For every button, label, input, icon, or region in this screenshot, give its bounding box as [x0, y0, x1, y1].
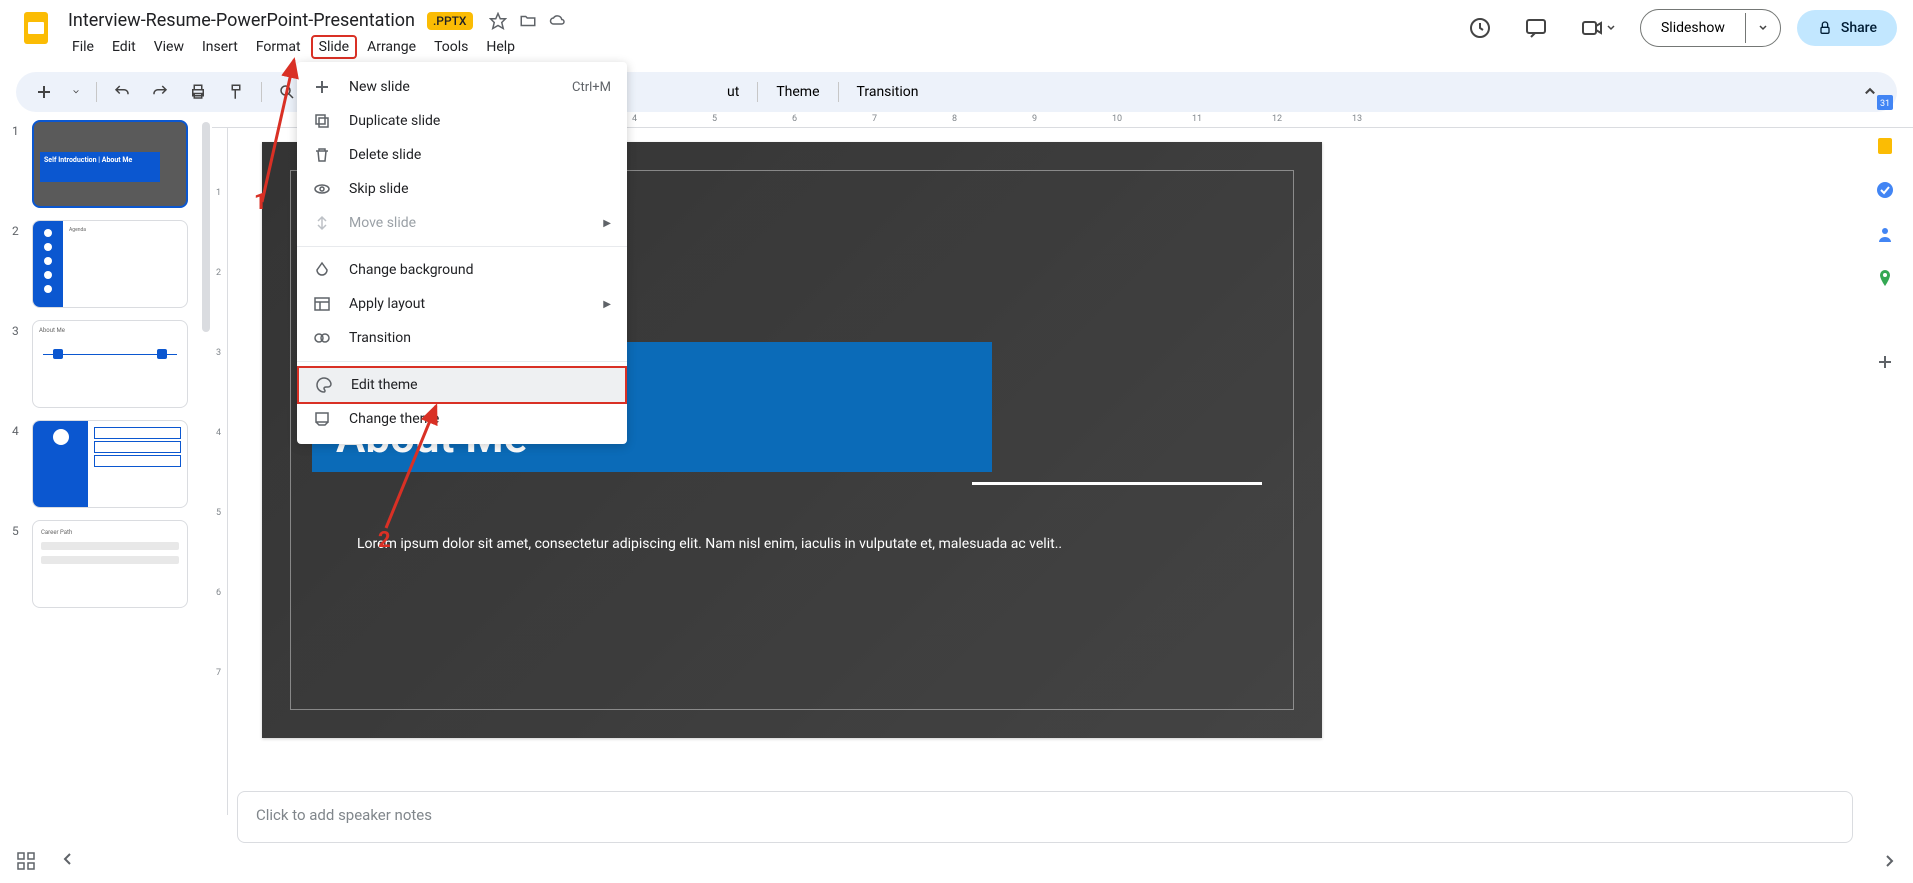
new-slide-button[interactable]	[28, 78, 60, 106]
plus-icon	[313, 78, 333, 96]
grid-view-icon[interactable]	[12, 847, 40, 875]
thumb-num: 3	[12, 320, 32, 338]
theme-button[interactable]: Theme	[766, 78, 829, 106]
slideshow-dropdown[interactable]	[1745, 13, 1780, 43]
chevron-right-icon: ▶	[603, 299, 611, 310]
maps-icon[interactable]	[1875, 268, 1895, 288]
pptx-badge: .PPTX	[427, 12, 473, 30]
star-icon[interactable]	[489, 12, 507, 30]
eye-icon	[313, 180, 333, 198]
menu-help[interactable]: Help	[478, 35, 523, 59]
palette-icon	[315, 376, 335, 394]
lock-icon	[1817, 20, 1833, 36]
menu-delete-slide[interactable]: Delete slide	[297, 138, 627, 172]
slide-body-text[interactable]: Lorem ipsum dolor sit amet, consectetur …	[357, 534, 1182, 555]
menu-edit-theme[interactable]: Edit theme	[297, 366, 627, 404]
thumbnail-3-title: About Me	[39, 327, 181, 334]
meet-icon[interactable]	[1572, 8, 1624, 48]
menu-move-slide: Move slide▶	[297, 206, 627, 240]
cloud-icon[interactable]	[549, 12, 567, 30]
undo-button[interactable]	[105, 77, 139, 107]
thumb-num: 5	[12, 520, 32, 538]
menu-edit[interactable]: Edit	[104, 35, 144, 59]
menu-slide[interactable]: Slide	[311, 35, 357, 59]
tasks-icon[interactable]	[1875, 180, 1895, 200]
thumbnail-4[interactable]	[32, 420, 188, 508]
menu-file[interactable]: File	[64, 35, 102, 59]
slide-menu-dropdown: New slideCtrl+M Duplicate slide Delete s…	[297, 62, 627, 444]
thumbnail-panel: 1 Self Introduction | About Me 2 Agenda …	[0, 112, 212, 815]
chevron-right-icon: ▶	[603, 218, 611, 229]
thumbnail-1-title: Self Introduction | About Me	[40, 152, 160, 182]
redo-button[interactable]	[143, 77, 177, 107]
paint-format-button[interactable]	[219, 77, 253, 107]
thumbnail-5-title: Career Path	[41, 529, 179, 536]
slides-logo[interactable]	[16, 8, 56, 48]
move-icon	[313, 214, 333, 232]
menu-apply-layout[interactable]: Apply layout▶	[297, 287, 627, 321]
svg-text:31: 31	[1880, 99, 1890, 109]
header: Interview-Resume-PowerPoint-Presentation…	[0, 0, 1913, 64]
layout-icon	[313, 295, 333, 313]
thumbnail-2[interactable]: Agenda	[32, 220, 188, 308]
menu-duplicate-slide[interactable]: Duplicate slide	[297, 104, 627, 138]
add-addon-icon[interactable]	[1875, 352, 1895, 372]
move-folder-icon[interactable]	[519, 12, 537, 30]
bottom-bar	[12, 847, 1901, 875]
layout-button[interactable]: ut	[717, 78, 749, 106]
share-label: Share	[1841, 20, 1877, 36]
prev-slide-button[interactable]	[56, 847, 80, 875]
keep-icon[interactable]	[1875, 136, 1895, 156]
thumbnail-2-title: Agenda	[63, 221, 92, 307]
thumbnail-3[interactable]: About Me	[32, 320, 188, 408]
transition-icon	[313, 329, 333, 347]
menu-change-background[interactable]: Change background	[297, 253, 627, 287]
comments-icon[interactable]	[1516, 8, 1556, 48]
trash-icon	[313, 146, 333, 164]
transition-button[interactable]: Transition	[847, 78, 929, 106]
menu-bar: File Edit View Insert Format Slide Arran…	[64, 35, 1460, 59]
contacts-icon[interactable]	[1875, 224, 1895, 244]
thumbnail-scrollbar[interactable]	[202, 122, 210, 332]
new-slide-dropdown[interactable]	[64, 82, 88, 102]
share-button[interactable]: Share	[1797, 10, 1897, 46]
menu-format[interactable]: Format	[248, 35, 309, 59]
history-icon[interactable]	[1460, 8, 1500, 48]
thumb-num: 4	[12, 420, 32, 438]
print-button[interactable]	[181, 77, 215, 107]
menu-new-slide[interactable]: New slideCtrl+M	[297, 70, 627, 104]
speaker-notes[interactable]: Click to add speaker notes	[237, 791, 1853, 843]
menu-skip-slide[interactable]: Skip slide	[297, 172, 627, 206]
thumbnail-1[interactable]: Self Introduction | About Me	[32, 120, 188, 208]
menu-arrange[interactable]: Arrange	[359, 35, 424, 59]
calendar-icon[interactable]: 31	[1875, 92, 1895, 112]
slideshow-main[interactable]: Slideshow	[1641, 10, 1745, 46]
next-slide-button[interactable]	[1877, 849, 1901, 873]
menu-view[interactable]: View	[146, 35, 192, 59]
menu-tools[interactable]: Tools	[426, 35, 476, 59]
title-area: Interview-Resume-PowerPoint-Presentation…	[64, 8, 1460, 59]
slide-divider	[972, 482, 1262, 485]
menu-insert[interactable]: Insert	[194, 35, 246, 59]
thumb-num: 1	[12, 120, 32, 138]
theme-icon	[313, 410, 333, 428]
thumb-num: 2	[12, 220, 32, 238]
document-title[interactable]: Interview-Resume-PowerPoint-Presentation	[64, 8, 419, 33]
thumbnail-5[interactable]: Career Path	[32, 520, 188, 608]
menu-change-theme[interactable]: Change theme	[297, 402, 627, 436]
slideshow-button: Slideshow	[1640, 9, 1781, 47]
drop-icon	[313, 261, 333, 279]
ruler-vertical: 1234567	[212, 128, 228, 815]
menu-transition[interactable]: Transition	[297, 321, 627, 355]
duplicate-icon	[313, 112, 333, 130]
right-sidebar: 31	[1857, 72, 1913, 372]
